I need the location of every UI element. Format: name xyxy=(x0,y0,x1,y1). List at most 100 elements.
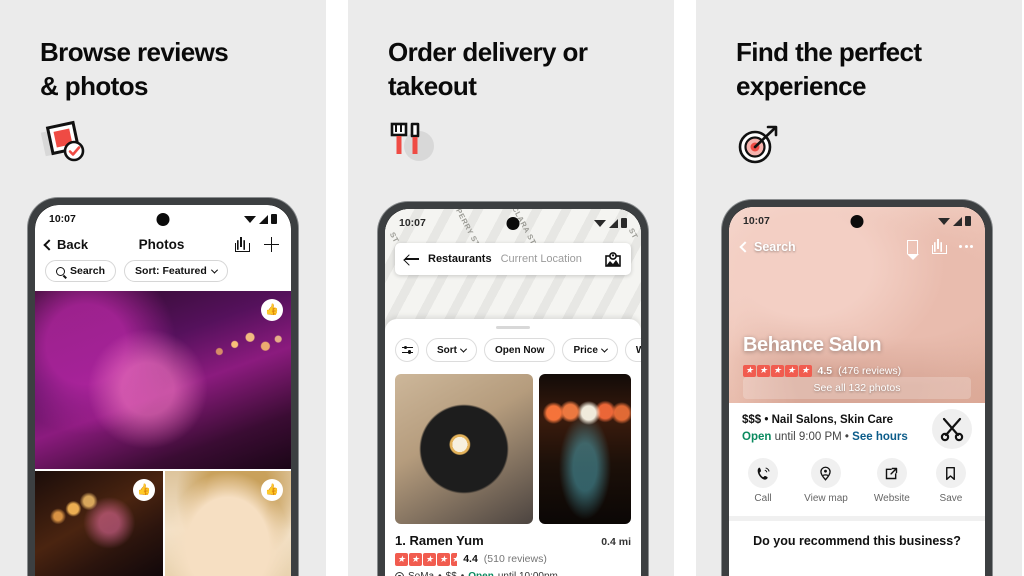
filter-chip-sort[interactable]: Sort xyxy=(426,338,477,362)
page-title: Browse reviews & photos xyxy=(40,37,229,101)
review-count: (476 reviews) xyxy=(838,364,902,377)
back-button[interactable]: Back xyxy=(43,237,88,252)
phone-3-screen: 10:07 Search Behance Salon ★ ★ ★ ★ ★ 4.5… xyxy=(729,207,985,576)
photo-tile[interactable]: 👍 xyxy=(163,469,291,576)
search-bar[interactable]: Restaurants Current Location xyxy=(395,243,631,275)
ramen-bowl-photo[interactable] xyxy=(395,374,533,524)
filter-chip-label: Waitlist xyxy=(636,345,641,356)
rating-value: 4.5 xyxy=(817,364,833,377)
hero-navbar: Search xyxy=(729,235,985,260)
star-half-icon xyxy=(451,553,458,566)
chevron-left-icon xyxy=(739,240,751,253)
panel-2-header: Order delivery or takeout xyxy=(348,0,674,104)
filter-chip-row: Sort Open Now Price Waitlist xyxy=(385,329,641,372)
phone-icon xyxy=(748,458,779,488)
screenshot-stage: Browse reviews & photos 10:07 Back Photo… xyxy=(0,0,1024,576)
filter-chip-open-now[interactable]: Open Now xyxy=(484,338,556,362)
map-person-icon[interactable] xyxy=(605,251,621,267)
see-all-photos-button[interactable]: See all 132 photos xyxy=(743,377,971,399)
external-link-icon xyxy=(876,458,907,488)
search-chip[interactable]: Search xyxy=(45,260,117,282)
photos-navbar: Back Photos xyxy=(35,233,291,258)
thumbs-up-icon[interactable]: 👍 xyxy=(261,299,283,321)
business-hero-photo[interactable]: 10:07 Search Behance Salon ★ ★ ★ ★ ★ 4.5… xyxy=(729,207,985,403)
signal-icon xyxy=(953,216,962,226)
signal-icon xyxy=(259,214,268,224)
battery-icon xyxy=(621,218,627,228)
filter-chip-price[interactable]: Price xyxy=(562,338,618,362)
star-icon xyxy=(757,364,770,377)
listing-name[interactable]: 1. Ramen Yum xyxy=(395,533,484,548)
thumbs-up-icon[interactable]: 👍 xyxy=(133,479,155,501)
see-hours-link[interactable]: See hours xyxy=(852,431,908,443)
search-chip-label: Search xyxy=(70,265,106,277)
review-count: (510 reviews) xyxy=(483,553,547,566)
search-icon xyxy=(56,266,65,276)
business-summary: $$$ • Nail Salons, Skin Care Open until … xyxy=(729,403,985,449)
price-level: $$$ xyxy=(742,414,762,426)
search-location: Current Location xyxy=(500,253,582,265)
listing-info: 1. Ramen Yum 0.4 mi 4.4 xyxy=(385,524,641,576)
separator: • xyxy=(764,414,769,426)
restaurant-interior-photo[interactable] xyxy=(539,374,631,524)
back-to-search-button[interactable]: Search xyxy=(739,239,796,254)
bookmark-icon xyxy=(935,458,966,488)
tune-filter-button[interactable] xyxy=(395,338,419,362)
tune-icon xyxy=(402,345,413,355)
plus-icon[interactable] xyxy=(263,237,279,252)
view-map-button[interactable]: View map xyxy=(804,458,848,504)
star-icon xyxy=(409,553,422,566)
open-until: until 9:00 PM xyxy=(774,431,842,443)
filter-chip-label: Price xyxy=(573,344,598,356)
hero-actions xyxy=(906,239,973,260)
star-icon xyxy=(395,553,408,566)
signal-icon xyxy=(609,218,618,228)
front-camera xyxy=(156,213,170,226)
wifi-icon xyxy=(594,219,606,227)
sort-chip[interactable]: Sort: Featured xyxy=(124,260,228,282)
listing-price: $$ xyxy=(445,570,457,576)
listing-rating-row: 4.4 (510 reviews) xyxy=(395,553,631,566)
listing-neighborhood: SoMa xyxy=(408,570,435,576)
listing-open-until: until 10:00pm xyxy=(497,570,558,576)
star-icon xyxy=(743,364,756,377)
front-camera xyxy=(506,217,520,230)
panel-3-header: Find the perfect experience xyxy=(696,0,1022,104)
wifi-icon xyxy=(244,215,256,223)
screen-title: Photos xyxy=(138,237,185,252)
bookmark-icon[interactable] xyxy=(906,239,919,260)
listing-photos xyxy=(385,372,641,524)
share-icon[interactable] xyxy=(932,239,948,254)
navbar-actions xyxy=(234,237,279,252)
filter-chip-waitlist[interactable]: Waitlist xyxy=(624,338,641,362)
call-button[interactable]: Call xyxy=(748,458,779,504)
listing-meta-row: SoMa • $$ • Open until 10:00pm xyxy=(395,571,631,576)
scissors-icon xyxy=(932,409,972,449)
star-rating xyxy=(743,364,812,377)
panel-1-header: Browse reviews & photos xyxy=(0,0,326,104)
battery-icon xyxy=(965,216,971,226)
wifi-icon xyxy=(938,217,950,225)
status-icons xyxy=(938,216,971,226)
save-button[interactable]: Save xyxy=(935,458,966,504)
star-rating xyxy=(395,553,458,566)
photo-tile[interactable]: 👍 xyxy=(35,291,291,469)
photo-tile[interactable]: 👍 xyxy=(35,469,163,576)
back-button-label: Search xyxy=(754,239,796,254)
results-sheet: Sort Open Now Price Waitlist xyxy=(385,319,641,576)
star-icon xyxy=(785,364,798,377)
photo-grid: 👍 👍 👍 xyxy=(35,291,291,576)
thumbs-up-icon[interactable]: 👍 xyxy=(261,479,283,501)
fork-knife-icon xyxy=(386,120,446,166)
star-icon xyxy=(799,364,812,377)
back-arrow-icon[interactable] xyxy=(405,254,419,264)
panel-find-experience: Find the perfect experience 10:07 Search… xyxy=(696,0,1022,576)
share-icon[interactable] xyxy=(234,237,250,252)
open-status: Open xyxy=(742,431,772,443)
website-button[interactable]: Website xyxy=(874,458,910,504)
photo-stack-check-icon xyxy=(38,120,98,166)
separator: • xyxy=(844,431,849,443)
star-icon xyxy=(423,553,436,566)
more-options-icon[interactable] xyxy=(959,245,973,248)
sort-chip-label: Sort: Featured xyxy=(135,265,207,277)
